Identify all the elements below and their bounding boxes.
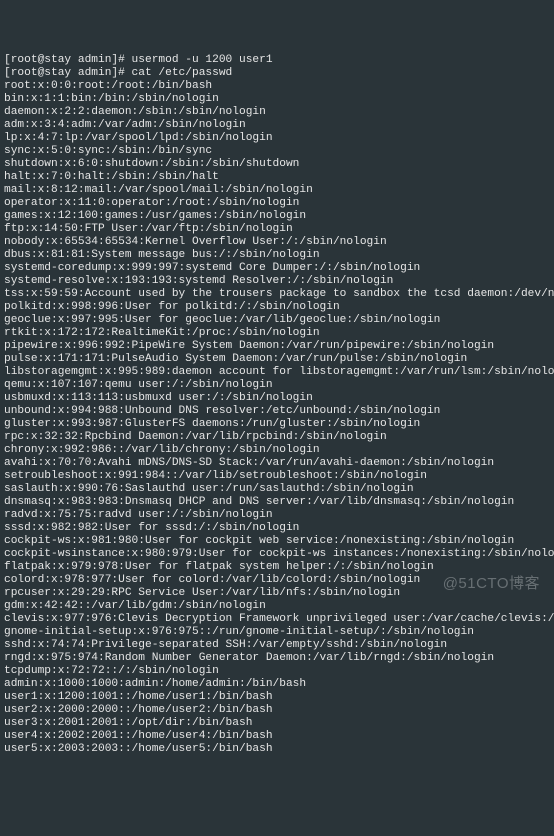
terminal-output[interactable]: [root@stay admin]# usermod -u 1200 user1… bbox=[0, 52, 554, 758]
